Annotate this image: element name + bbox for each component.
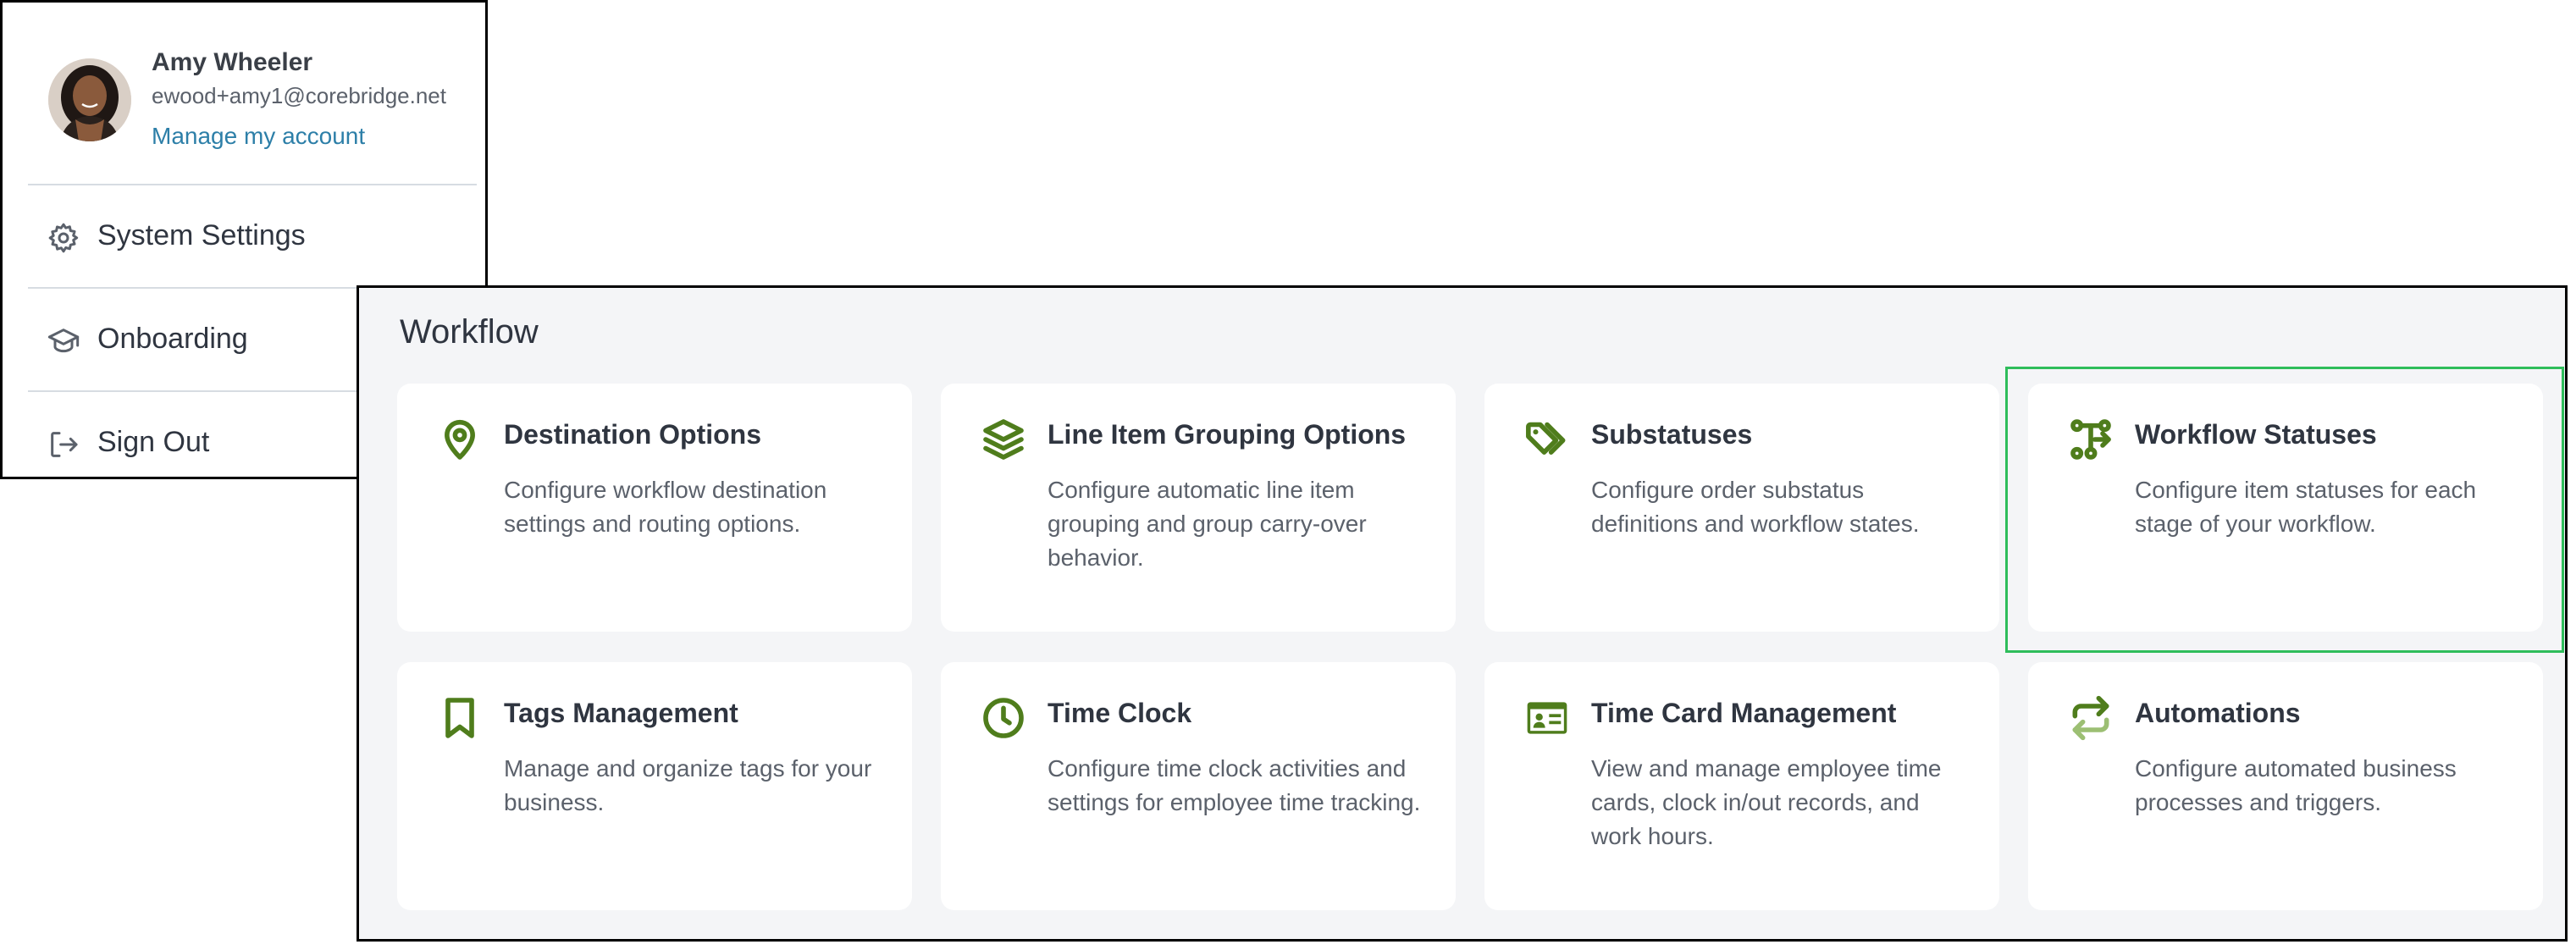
clock-icon bbox=[983, 698, 1024, 738]
user-info: Amy Wheeler ewood+amy1@corebridge.net Ma… bbox=[3, 3, 485, 185]
card-description: Configure automatic line item grouping a… bbox=[1048, 477, 1367, 571]
card-title: Substatuses bbox=[1591, 419, 1753, 450]
card-title: Tags Management bbox=[504, 698, 738, 728]
menu-item-label: Onboarding bbox=[97, 323, 248, 355]
card-description: Configure automated business processes a… bbox=[2135, 755, 2457, 815]
card-title: Time Card Management bbox=[1591, 698, 1897, 728]
screen: Amy Wheeler ewood+amy1@corebridge.net Ma… bbox=[0, 0, 2576, 950]
card-description: View and manage employee time cards, clo… bbox=[1591, 755, 1942, 849]
layers-icon bbox=[983, 419, 1024, 460]
section-title: Workflow bbox=[400, 313, 539, 351]
card-line-item-grouping-options[interactable]: Line Item Grouping Options Configure aut… bbox=[941, 384, 1456, 632]
card-time-clock[interactable]: Time Clock Configure time clock activiti… bbox=[941, 662, 1456, 910]
repeat-icon bbox=[2072, 695, 2109, 741]
card-substatuses[interactable]: Substatuses Configure order substatus de… bbox=[1484, 384, 1999, 632]
card-workflow-statuses[interactable]: Workflow Statuses Configure item statuse… bbox=[2028, 384, 2543, 632]
sign-out-icon bbox=[51, 432, 78, 457]
workflow-panel: Workflow Destination Options Configure w… bbox=[357, 285, 2568, 942]
card-time-card-management[interactable]: Time Card Management View and manage emp… bbox=[1484, 662, 1999, 910]
user-name: Amy Wheeler bbox=[152, 48, 313, 76]
gear-icon bbox=[48, 223, 79, 253]
map-pin-icon bbox=[445, 419, 475, 460]
workflow-icon bbox=[2070, 419, 2111, 460]
card-title: Workflow Statuses bbox=[2135, 419, 2377, 450]
card-title: Line Item Grouping Options bbox=[1048, 419, 1407, 450]
menu-item-label: System Settings bbox=[97, 219, 306, 251]
card-description: Configure item statuses for each stage o… bbox=[2135, 477, 2477, 537]
card-title: Destination Options bbox=[504, 419, 761, 450]
card-description: Configure workflow destination settings … bbox=[504, 477, 827, 537]
menu-item-system-settings[interactable]: System Settings bbox=[28, 189, 477, 282]
menu-item-label: Sign Out bbox=[97, 426, 210, 458]
card-description: Configure time clock activities and sett… bbox=[1048, 755, 1421, 815]
avatar bbox=[48, 58, 131, 141]
user-email: ewood+amy1@corebridge.net bbox=[152, 83, 446, 108]
card-description: Manage and organize tags for your busine… bbox=[504, 755, 872, 815]
card-tags-management[interactable]: Tags Management Manage and organize tags… bbox=[397, 662, 912, 910]
manage-account-link[interactable]: Manage my account bbox=[152, 123, 365, 150]
bookmark-icon bbox=[445, 698, 474, 738]
card-title: Time Clock bbox=[1048, 698, 1192, 728]
card-title: Automations bbox=[2135, 698, 2301, 728]
tags-icon bbox=[1526, 422, 1566, 455]
id-card-icon bbox=[1527, 702, 1567, 734]
card-automations[interactable]: Automations Configure automated business… bbox=[2028, 662, 2543, 910]
card-description: Configure order substatus definitions an… bbox=[1591, 477, 1920, 537]
graduation-cap-icon bbox=[47, 329, 80, 353]
card-destination-options[interactable]: Destination Options Configure workflow d… bbox=[397, 384, 912, 632]
menu-divider bbox=[28, 184, 477, 185]
